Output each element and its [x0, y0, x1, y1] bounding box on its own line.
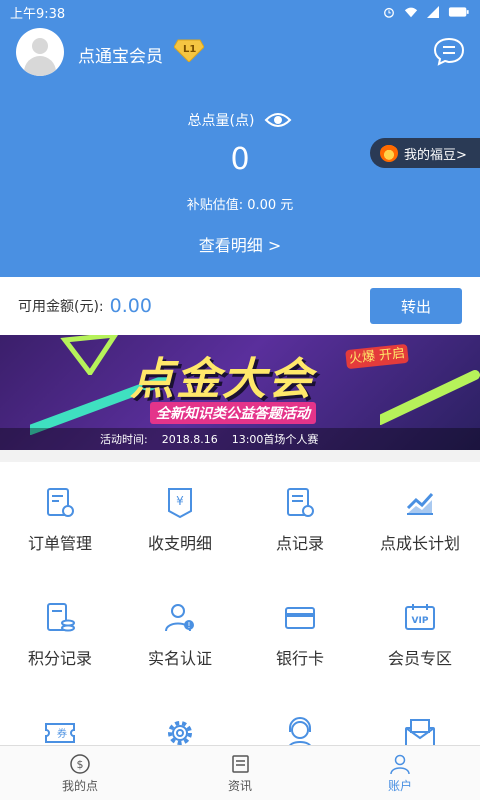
- status-icons: [382, 6, 470, 18]
- svg-text:¥: ¥: [176, 494, 184, 508]
- banner-time-label: 活动时间:: [100, 433, 148, 446]
- grid-item-realname[interactable]: ! 实名认证: [120, 577, 240, 692]
- bottom-tab-bar: $ 我的点 资讯 账户: [0, 745, 480, 800]
- growth-plan-icon: [406, 492, 434, 515]
- tab-news[interactable]: 资讯: [160, 746, 320, 800]
- grid-item-order-manage[interactable]: 订单管理: [0, 462, 120, 577]
- grid-item-income-expense[interactable]: ¥ 收支明细: [120, 462, 240, 577]
- banner-footer: 活动时间: 2018.8.16 13:00首场个人赛: [0, 428, 480, 450]
- customer-service-icon: [289, 717, 311, 745]
- feature-grid: 订单管理 ¥ 收支明细 点记录 点成长计划 积分记录 ! 实名认证 银行卡 VI…: [0, 462, 480, 745]
- tab-my-points[interactable]: $ 我的点: [0, 746, 160, 800]
- order-manage-icon: [47, 488, 74, 517]
- user-icon: [390, 754, 410, 774]
- grid-item-label: 订单管理: [27, 534, 92, 553]
- banner-subtitle: 全新知识类公益答题活动: [150, 402, 316, 424]
- settings-icon: [168, 721, 192, 745]
- total-points-row: 总点量(点): [0, 110, 480, 130]
- avatar[interactable]: [16, 28, 64, 76]
- coupon-icon: 券: [45, 723, 75, 743]
- status-bar: 上午9:38: [0, 0, 480, 24]
- balance-bar: 可用金额(元): 0.00 转出: [0, 277, 480, 335]
- svg-text:!: !: [187, 621, 190, 630]
- tab-label: 我的点: [61, 778, 98, 793]
- score-record-icon: [47, 603, 75, 632]
- promo-banner[interactable]: 点金大会 火爆 开启 全新知识类公益答题活动 活动时间: 2018.8.16 1…: [0, 335, 480, 450]
- battery-icon: [448, 7, 469, 17]
- grid-item-points-record[interactable]: 点记录: [240, 462, 360, 577]
- balance-label: 可用金额(元):: [18, 299, 104, 315]
- grid-item-score-record[interactable]: 积分记录: [0, 577, 120, 692]
- balance-value: 0.00: [109, 295, 152, 317]
- banner-date: 2018.8.16: [161, 432, 218, 446]
- grid-item-coupon[interactable]: 券: [0, 692, 120, 745]
- banner-decoration: [380, 370, 480, 425]
- eye-icon[interactable]: [264, 111, 292, 129]
- status-time: 上午9:38: [10, 6, 66, 22]
- tab-account[interactable]: 账户: [320, 746, 480, 800]
- banner-time: 13:00首场个人赛: [231, 433, 319, 446]
- grid-item-label: 点记录: [275, 534, 324, 553]
- grid-item-label: 点成长计划: [379, 534, 460, 553]
- grid-item-settings[interactable]: [120, 692, 240, 745]
- member-name[interactable]: 点通宝会员: [78, 42, 163, 67]
- banner-title: 点金大会: [130, 354, 314, 405]
- level-badge: L1: [174, 38, 204, 64]
- mail-icon: [405, 719, 435, 745]
- svg-text:券: 券: [57, 727, 67, 740]
- banner-decoration: [60, 335, 118, 375]
- tab-label: 资讯: [227, 778, 252, 793]
- fudou-icon: [380, 144, 398, 162]
- signal-icon: [427, 6, 439, 18]
- fudou-label: 我的福豆>: [404, 147, 467, 163]
- dollar-icon: $: [70, 753, 90, 774]
- grid-item-vip-zone[interactable]: VIP 会员专区: [360, 577, 480, 692]
- withdraw-button[interactable]: 转出: [370, 288, 462, 324]
- alarm-icon: [384, 7, 394, 18]
- grid-item-growth-plan[interactable]: 点成长计划: [360, 462, 480, 577]
- view-details-link[interactable]: 查看明细 >: [0, 232, 480, 256]
- realname-icon: !: [165, 604, 194, 632]
- grid-item-label: 收支明细: [147, 534, 212, 553]
- points-record-icon: [287, 488, 314, 517]
- grid-item-label: 会员专区: [387, 649, 452, 668]
- account-header: 点通宝会员 L1 总点量(点) 0 补贴估值: 0.00 元 查看明细 > 我的…: [0, 24, 480, 277]
- tab-label: 账户: [387, 778, 412, 793]
- subsidy-estimate: 补贴估值: 0.00 元: [186, 198, 294, 213]
- income-expense-icon: ¥: [168, 488, 192, 519]
- grid-item-label: 银行卡: [275, 649, 324, 668]
- wifi-icon: [404, 7, 418, 18]
- grid-item-bank-card[interactable]: 银行卡: [240, 577, 360, 692]
- bank-card-icon: [285, 607, 315, 629]
- message-icon[interactable]: [432, 36, 466, 66]
- grid-item-mail[interactable]: [360, 692, 480, 745]
- grid-item-customer-service[interactable]: [240, 692, 360, 745]
- news-icon: [232, 754, 249, 773]
- total-points-label: 总点量(点): [187, 113, 255, 129]
- grid-item-label: 实名认证: [147, 649, 212, 668]
- level-text: L1: [183, 44, 197, 55]
- svg-text:VIP: VIP: [412, 616, 429, 626]
- my-fudou-button[interactable]: 我的福豆>: [370, 138, 480, 168]
- svg-text:$: $: [77, 758, 84, 771]
- grid-item-label: 积分记录: [27, 649, 92, 668]
- vip-zone-icon: VIP: [405, 604, 435, 630]
